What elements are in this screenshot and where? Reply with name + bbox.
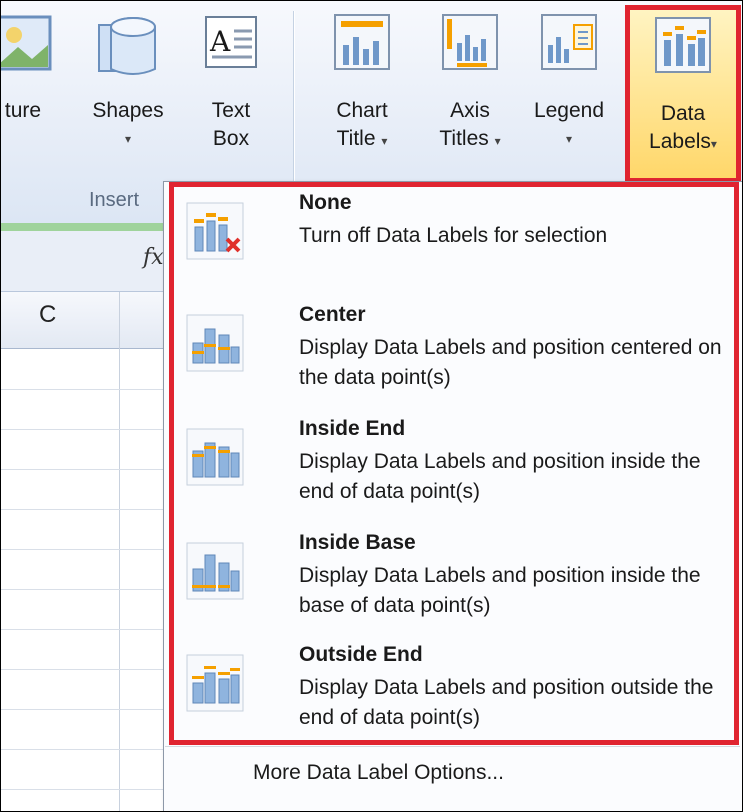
menu-item-title: Center xyxy=(299,303,366,326)
axis-titles-button[interactable]: Axis Titles ▾ xyxy=(429,7,511,155)
text-box-label-2: Box xyxy=(212,127,250,150)
column-divider xyxy=(119,292,120,811)
menu-item-inside-end[interactable]: Inside End Display Data Labels and posit… xyxy=(177,413,733,525)
outside-end-icon xyxy=(185,653,245,713)
axis-titles-label-2: Titles xyxy=(439,127,489,150)
chart-title-dropdown-arrow: ▾ xyxy=(381,134,388,148)
data-labels-dropdown-arrow: ▾ xyxy=(710,137,717,151)
data-labels-button[interactable]: Data Labels▾ xyxy=(625,5,741,183)
menu-item-center[interactable]: Center Display Data Labels and position … xyxy=(177,299,733,411)
shapes-icon xyxy=(93,7,163,87)
menu-item-none[interactable]: None Turn off Data Labels for selection xyxy=(177,187,733,299)
picture-button[interactable]: ture xyxy=(1,7,63,125)
data-labels-label-1: Data xyxy=(660,102,706,125)
text-box-button[interactable]: A Text Box xyxy=(193,7,269,153)
axis-titles-label-1: Axis xyxy=(450,99,490,122)
legend-button[interactable]: Legend ▾ xyxy=(519,7,619,153)
shapes-dropdown-arrow: ▾ xyxy=(124,132,132,146)
none-icon xyxy=(185,201,245,261)
fx-icon[interactable]: fx xyxy=(143,245,164,270)
data-labels-label-2: Labels xyxy=(649,130,711,153)
data-labels-icon xyxy=(648,10,718,90)
shapes-button[interactable]: Shapes ▾ xyxy=(83,7,173,153)
svg-text:A: A xyxy=(209,25,231,58)
insert-group-label: Insert xyxy=(89,189,140,211)
picture-label: ture xyxy=(4,99,42,122)
axis-titles-dropdown-arrow: ▾ xyxy=(494,134,501,148)
menu-item-outside-end[interactable]: Outside End Display Data Labels and posi… xyxy=(177,639,733,751)
menu-item-inside-base[interactable]: Inside Base Display Data Labels and posi… xyxy=(177,527,733,639)
menu-item-description: Display Data Labels and position centere… xyxy=(299,336,722,389)
inside-base-icon xyxy=(185,541,245,601)
menu-item-description: Display Data Labels and position outside… xyxy=(299,676,714,729)
menu-item-description: Turn off Data Labels for selection xyxy=(299,224,608,247)
menu-item-title: Inside End xyxy=(299,417,406,440)
axis-titles-icon xyxy=(435,7,505,87)
chart-title-label-1: Chart xyxy=(336,99,388,122)
legend-dropdown-arrow: ▾ xyxy=(565,132,573,146)
group-separator xyxy=(293,11,294,196)
column-header-c[interactable]: C xyxy=(39,301,56,329)
menu-divider xyxy=(165,746,740,747)
text-box-icon: A xyxy=(196,7,266,87)
menu-item-description: Display Data Labels and position inside … xyxy=(299,564,701,617)
picture-icon xyxy=(1,7,58,87)
menu-item-description: Display Data Labels and position inside … xyxy=(299,450,701,503)
chart-title-label-2: Title xyxy=(336,127,376,150)
chart-title-icon xyxy=(327,7,397,87)
legend-icon xyxy=(534,7,604,87)
inside-end-icon xyxy=(185,427,245,487)
menu-item-title: Inside Base xyxy=(299,531,416,554)
center-icon xyxy=(185,313,245,373)
menu-item-title: None xyxy=(299,191,352,214)
window: ture Shapes ▾ A Text Box Chart Title ▾ A… xyxy=(0,0,743,812)
legend-label: Legend xyxy=(533,99,605,122)
text-box-label-1: Text xyxy=(211,99,251,122)
shapes-label: Shapes xyxy=(92,99,164,122)
menu-item-title: Outside End xyxy=(299,643,423,666)
chart-title-button[interactable]: Chart Title ▾ xyxy=(319,7,405,155)
more-data-label-options[interactable]: More Data Label Options... xyxy=(253,761,504,785)
